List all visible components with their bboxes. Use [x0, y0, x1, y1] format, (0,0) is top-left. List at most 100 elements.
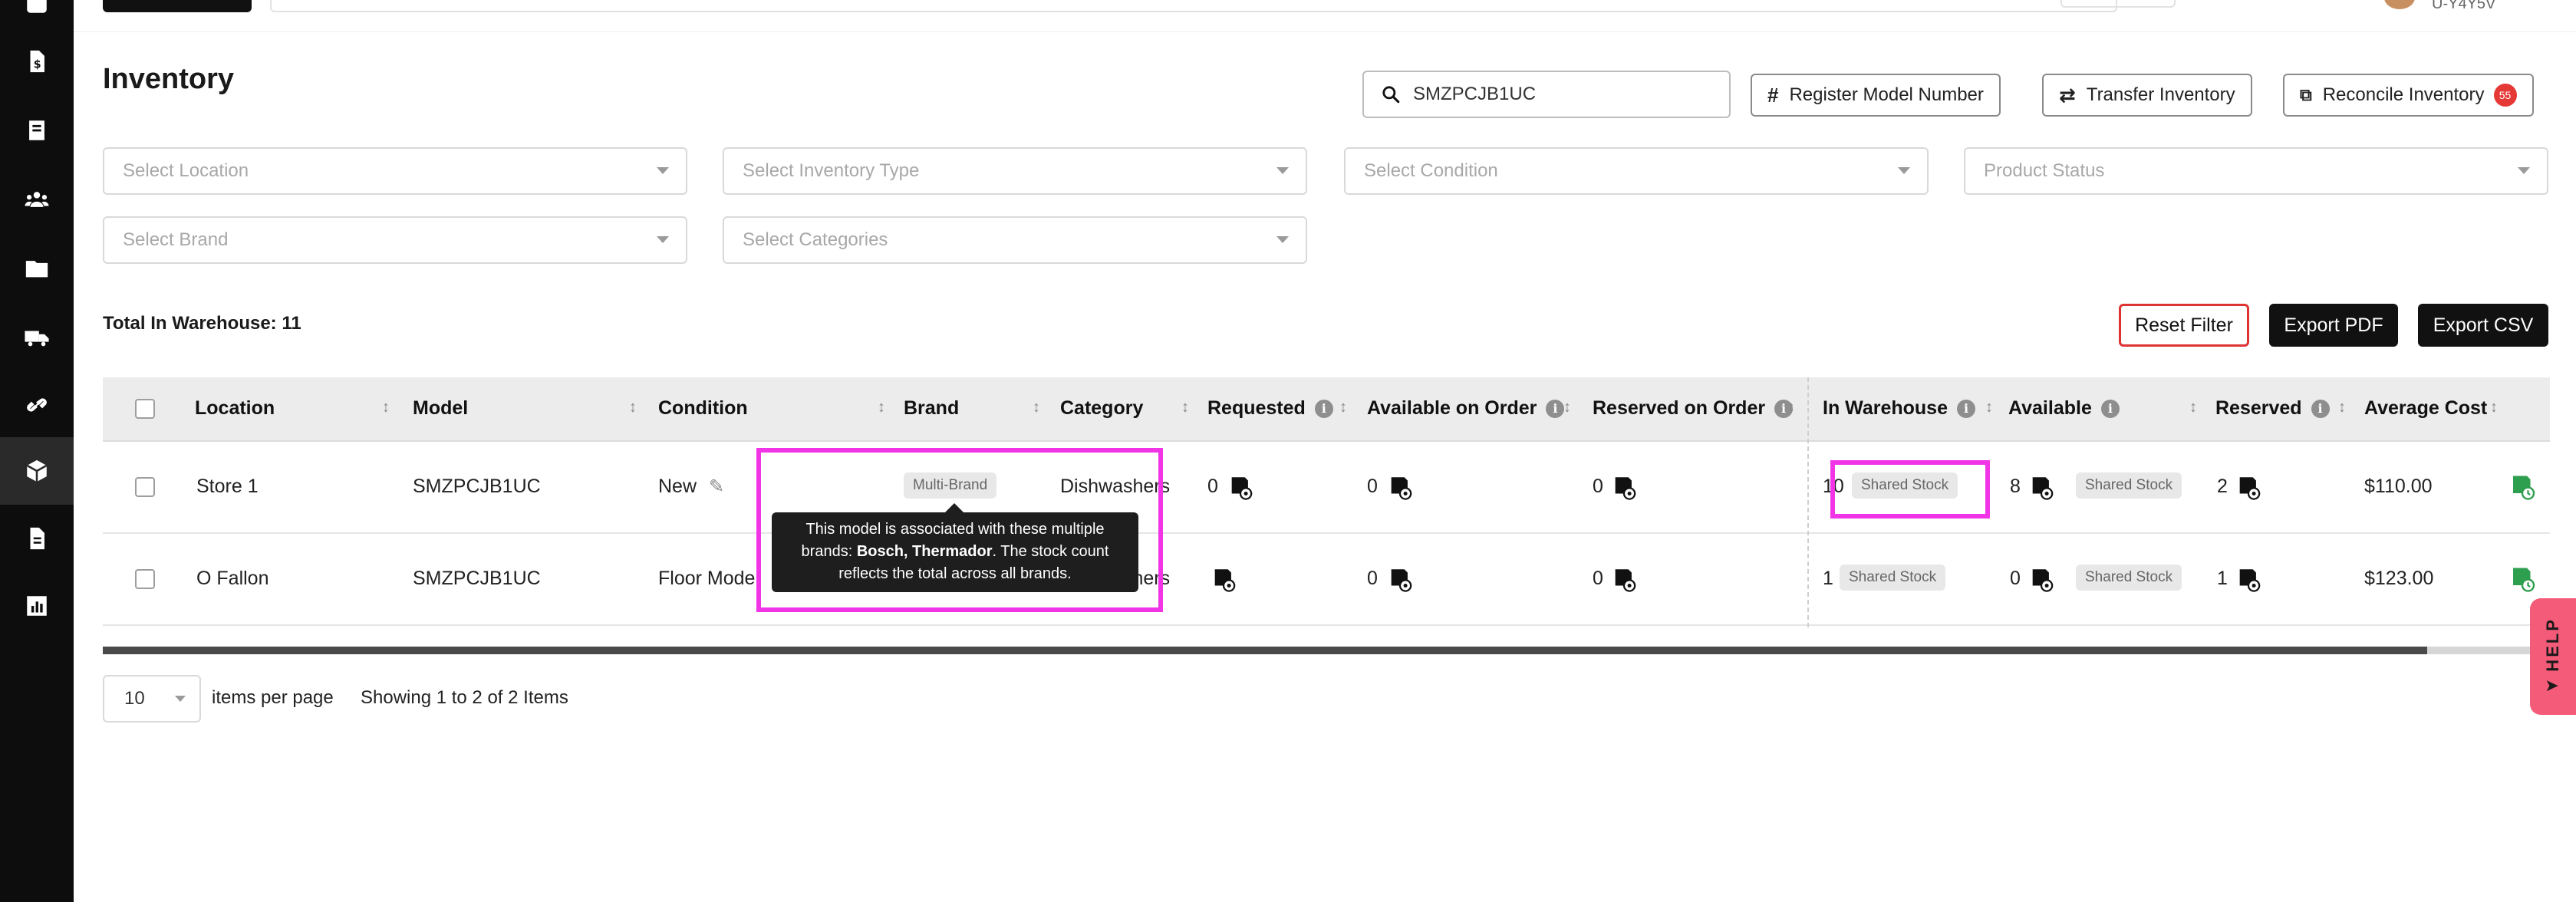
- cell-reserved-on-order: 0: [1593, 476, 1603, 497]
- header-available[interactable]: Available i: [2008, 397, 2120, 420]
- cell-brand[interactable]: Multi-Brand: [904, 472, 997, 499]
- brand-select-placeholder: Select Brand: [123, 229, 229, 250]
- help-tab[interactable]: HELP ➤: [2530, 598, 2576, 715]
- table-row: O Fallon SMZPCJB1UC Floor Model Dishwash…: [103, 534, 2550, 626]
- row-checkbox[interactable]: [135, 477, 155, 497]
- cell-average-cost: $123.00: [2364, 568, 2434, 589]
- cost-history-icon[interactable]: [2508, 565, 2536, 592]
- cost-history-icon[interactable]: [2508, 472, 2536, 500]
- sort-icon[interactable]: ↕: [1181, 399, 1189, 416]
- header-category[interactable]: Category: [1060, 397, 1143, 420]
- cell-model[interactable]: SMZPCJB1UC: [413, 568, 541, 590]
- view-stock-icon[interactable]: [1611, 474, 1637, 500]
- product-status-select[interactable]: Product Status: [1964, 147, 2548, 195]
- sidebar-item-delivery[interactable]: [21, 322, 52, 353]
- view-stock-icon[interactable]: [2235, 566, 2261, 592]
- export-csv-button[interactable]: Export CSV: [2418, 304, 2548, 347]
- sidebar-item-folders[interactable]: [21, 253, 52, 284]
- view-stock-icon[interactable]: [1611, 566, 1637, 592]
- header-brand[interactable]: Brand: [904, 397, 959, 420]
- view-stock-icon[interactable]: [1227, 474, 1253, 500]
- sidebar-item-top[interactable]: [21, 0, 52, 18]
- condition-select[interactable]: Select Condition: [1344, 147, 1929, 195]
- view-stock-icon[interactable]: [1387, 474, 1413, 500]
- select-all-checkbox[interactable]: [135, 399, 155, 419]
- inventory-type-placeholder: Select Inventory Type: [743, 160, 920, 181]
- sidebar-item-documents[interactable]: [21, 523, 52, 554]
- header-condition[interactable]: Condition: [658, 397, 748, 420]
- info-icon[interactable]: i: [1957, 399, 1975, 418]
- items-per-page-select[interactable]: 10: [103, 675, 201, 723]
- sort-icon[interactable]: ↕: [2490, 399, 2498, 416]
- table-row: Store 1 SMZPCJB1UC New ✎ Multi-Brand Dish…: [103, 442, 2550, 534]
- view-stock-icon[interactable]: [2235, 474, 2261, 500]
- global-search-input[interactable]: [270, 0, 2117, 12]
- sidebar-item-links[interactable]: [21, 390, 52, 420]
- export-pdf-button[interactable]: Export PDF: [2269, 304, 2398, 347]
- header-reserved-on-order[interactable]: Reserved on Order i: [1593, 397, 1794, 420]
- info-icon[interactable]: i: [1314, 399, 1333, 418]
- user-id: U-Y4Y5V: [2432, 0, 2496, 12]
- bar-chart-icon: [27, 596, 47, 616]
- sort-icon[interactable]: ↕: [1985, 399, 1993, 416]
- sort-icon[interactable]: ↕: [2338, 399, 2346, 416]
- sort-icon[interactable]: ↕: [382, 399, 390, 416]
- transfer-inventory-button[interactable]: ⇄ Transfer Inventory: [2042, 74, 2252, 117]
- reset-filter-button[interactable]: Reset Filter: [2119, 304, 2249, 347]
- scrollbar-thumb[interactable]: [103, 647, 2427, 654]
- location-select-placeholder: Select Location: [123, 160, 249, 181]
- view-stock-icon[interactable]: [2028, 474, 2054, 500]
- view-stock-icon[interactable]: [1211, 566, 1237, 592]
- cell-available: 8: [2010, 476, 2021, 497]
- sort-icon[interactable]: ↕: [2189, 399, 2197, 416]
- inventory-search[interactable]: [1362, 71, 1731, 118]
- sidebar-item-customers[interactable]: [21, 184, 52, 215]
- info-icon[interactable]: i: [2100, 399, 2120, 418]
- header-requested[interactable]: Requested i: [1207, 397, 1333, 420]
- header-available-on-order[interactable]: Available on Order i: [1367, 397, 1565, 420]
- header-location[interactable]: Location: [195, 397, 275, 420]
- multi-brand-chip[interactable]: Multi-Brand: [904, 472, 997, 499]
- search-input[interactable]: [1413, 84, 1705, 105]
- brand-select[interactable]: Select Brand: [103, 216, 687, 264]
- inventory-type-select[interactable]: Select Inventory Type: [723, 147, 1307, 195]
- sort-icon[interactable]: ↕: [1339, 399, 1347, 416]
- pencil-icon[interactable]: ✎: [709, 476, 724, 498]
- sort-icon[interactable]: ↕: [629, 399, 637, 416]
- cell-available-chip: Shared Stock: [2076, 565, 2182, 591]
- shared-stock-chip: Shared Stock: [1840, 565, 1946, 591]
- cell-location: Store 1: [196, 476, 259, 497]
- location-select[interactable]: Select Location: [103, 147, 687, 195]
- svg-text:$: $: [34, 59, 41, 71]
- header-average-cost[interactable]: Average Cost: [2364, 397, 2487, 420]
- reconcile-inventory-button[interactable]: ⧉ Reconcile Inventory 55: [2283, 74, 2534, 117]
- dollar-document-icon: $: [30, 50, 44, 73]
- sort-icon[interactable]: ↕: [878, 399, 885, 416]
- sidebar-item-invoices[interactable]: $: [21, 46, 52, 77]
- view-stock-icon[interactable]: [2028, 566, 2054, 592]
- info-icon[interactable]: i: [2311, 399, 2330, 418]
- top-action-button[interactable]: [103, 0, 252, 12]
- sort-icon[interactable]: ↕: [1787, 399, 1795, 416]
- header-in-warehouse[interactable]: In Warehouse i: [1823, 397, 1975, 420]
- view-stock-icon[interactable]: [1387, 566, 1413, 592]
- header-model[interactable]: Model: [413, 397, 468, 420]
- sidebar-item-ledger[interactable]: [21, 115, 52, 146]
- header-reserved[interactable]: Reserved i: [2215, 397, 2330, 420]
- avatar[interactable]: [2384, 0, 2415, 9]
- categories-select-placeholder: Select Categories: [743, 229, 888, 250]
- top-small-button[interactable]: [2060, 0, 2176, 8]
- horizontal-scrollbar[interactable]: [103, 647, 2550, 654]
- cell-model[interactable]: SMZPCJB1UC: [413, 476, 541, 498]
- register-model-label: Register Model Number: [1789, 84, 1984, 105]
- square-icon: [27, 0, 47, 13]
- categories-select[interactable]: Select Categories: [723, 216, 1307, 264]
- row-checkbox[interactable]: [135, 569, 155, 589]
- info-icon[interactable]: i: [1546, 399, 1565, 418]
- sidebar-item-inventory[interactable]: [21, 456, 52, 486]
- sidebar-item-reports[interactable]: [21, 591, 52, 621]
- sort-icon[interactable]: ↕: [1563, 399, 1571, 416]
- sort-icon[interactable]: ↕: [1033, 399, 1040, 416]
- chevron-down-icon: [657, 236, 669, 243]
- register-model-button[interactable]: # Register Model Number: [1751, 74, 2001, 117]
